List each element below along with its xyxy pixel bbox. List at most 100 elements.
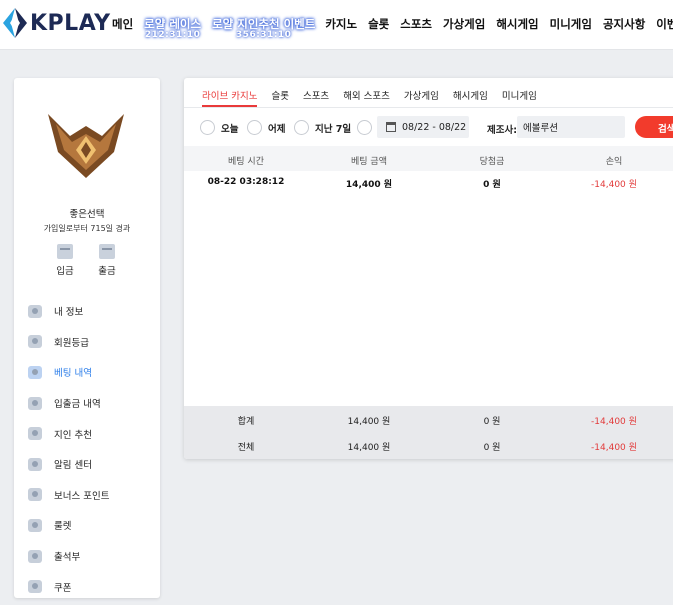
filter-today-label: 오늘 — [221, 123, 239, 135]
mypage-sidebar: 좋은선택 가입일로부터 715일 경과 입금 출금 내 정보 회원등급 베팅 내… — [14, 78, 160, 598]
nav-slot[interactable]: 슬롯 — [368, 0, 389, 50]
deposit-label: 입금 — [56, 266, 74, 277]
roulette-icon — [28, 518, 42, 532]
col-winnings: 당첨금 — [479, 157, 505, 167]
tab-sports[interactable]: 스포츠 — [303, 78, 329, 107]
withdraw-label: 출금 — [98, 266, 116, 277]
radio-circle — [200, 120, 215, 135]
sidebar-item-bonus-points[interactable]: 보너스 포인트 — [28, 480, 158, 511]
referral-event-timer: 356:31:10 — [235, 30, 292, 40]
nav-sports[interactable]: 스포츠 — [400, 0, 432, 50]
table-row: 08-22 03:28:12 14,400 원 0 원 -14,400 원 — [184, 171, 673, 193]
table-summary: 합계 14,400 원 0 원 -14,400 원 전체 14,400 원 0 … — [184, 406, 673, 459]
date-range-picker[interactable]: 08/22 - 08/22 — [377, 116, 469, 138]
grade-icon — [28, 335, 42, 349]
filter-yesterday-label: 어제 — [268, 123, 286, 135]
nav-royal-race[interactable]: 로얄 레이스 212:31:10 — [144, 0, 201, 50]
summary-winnings: 0 원 — [483, 417, 501, 427]
col-bet-time: 베팅 시간 — [228, 157, 264, 167]
summary-profit-loss: -14,400 원 — [591, 417, 637, 427]
radio-circle — [294, 120, 309, 135]
filter-today-radio[interactable]: 오늘 — [200, 120, 238, 135]
sidebar-item-label: 지인 추천 — [54, 429, 92, 441]
coupon-icon — [28, 580, 42, 594]
filter-last7-radio[interactable]: 지난 7일 — [294, 120, 351, 135]
tab-live-casino[interactable]: 라이브 카지노 — [202, 78, 258, 107]
sidebar-item-label: 쿠폰 — [54, 582, 72, 594]
deposit-icon — [57, 244, 73, 259]
betting-history-panel: 라이브 카지노 슬롯 스포츠 해외 스포츠 가상게임 해시게임 미니게임 오늘 … — [184, 78, 673, 459]
radio-circle — [357, 120, 372, 135]
sidebar-item-attendance[interactable]: 출석부 — [28, 541, 158, 572]
nav-hash-game[interactable]: 해시게임 — [496, 0, 538, 50]
date-range-text: 08/22 - 08/22 — [402, 121, 467, 133]
winnings-cell: 0 원 — [483, 180, 501, 190]
filter-custom-radio[interactable] — [357, 120, 378, 135]
tab-slot[interactable]: 슬롯 — [271, 78, 288, 107]
nav-casino[interactable]: 카지노 — [325, 0, 357, 50]
sidebar-item-label: 출석부 — [54, 552, 81, 564]
sidebar-item-label: 베팅 내역 — [54, 368, 92, 380]
profit-loss-cell: -14,400 원 — [591, 180, 637, 190]
maker-label: 제조사: — [487, 125, 518, 136]
sidebar-item-label: 내 정보 — [54, 307, 84, 319]
summary-row-total: 합계 14,400 원 0 원 -14,400 원 — [184, 406, 673, 432]
radio-circle — [247, 120, 262, 135]
nav-royal-referral-event[interactable]: 로얄 지인추천 이벤트 356:31:10 — [212, 0, 315, 50]
calendar-icon — [386, 122, 396, 132]
sidebar-item-label: 보너스 포인트 — [54, 490, 110, 502]
sidebar-item-referral[interactable]: 지인 추천 — [28, 418, 158, 449]
sidebar-item-label: 회원등급 — [54, 337, 89, 349]
deposit-button[interactable]: 입금 — [45, 244, 85, 277]
logo-text: KPLAY — [30, 10, 111, 36]
tab-virtual-game[interactable]: 가상게임 — [404, 78, 439, 107]
summary-winnings: 0 원 — [483, 443, 501, 453]
nav-main[interactable]: 메인 — [112, 0, 133, 50]
sidebar-item-my-info[interactable]: 내 정보 — [28, 296, 158, 327]
kplay-logo-mark-icon — [2, 7, 28, 39]
nav-notice[interactable]: 공지사항 — [603, 0, 645, 50]
kplay-logo[interactable]: KPLAY — [2, 7, 111, 39]
sidebar-item-roulette[interactable]: 룰렛 — [28, 510, 158, 541]
search-button[interactable]: 검색 — [635, 116, 673, 138]
filter-bar: 오늘 어제 지난 7일 08/22 - 08/22 제조사: 검색 — [184, 108, 673, 146]
sidebar-item-betting-history[interactable]: 베팅 내역 — [28, 357, 158, 388]
game-category-tabs: 라이브 카지노 슬롯 스포츠 해외 스포츠 가상게임 해시게임 미니게임 — [184, 78, 673, 107]
withdraw-icon — [99, 244, 115, 259]
tab-hash-game[interactable]: 해시게임 — [453, 78, 488, 107]
summary-row-all: 전체 14,400 원 0 원 -14,400 원 — [184, 432, 673, 458]
rank-emblem-icon — [44, 106, 128, 184]
notification-icon — [28, 457, 42, 471]
filter-yesterday-radio[interactable]: 어제 — [247, 120, 285, 135]
sidebar-item-coupon[interactable]: 쿠폰 — [28, 571, 158, 602]
col-profit-loss: 손익 — [605, 157, 623, 167]
sidebar-item-transactions[interactable]: 입출금 내역 — [28, 388, 158, 419]
maker-input[interactable] — [517, 116, 625, 138]
table-header: 베팅 시간 베팅 금액 당첨금 손익 — [184, 146, 673, 171]
nav-mini-game[interactable]: 미니게임 — [550, 0, 592, 50]
summary-amount: 14,400 원 — [347, 417, 391, 427]
sidebar-item-member-grade[interactable]: 회원등급 — [28, 327, 158, 358]
nav-virtual-game[interactable]: 가상게임 — [443, 0, 485, 50]
summary-profit-loss: -14,400 원 — [591, 443, 637, 453]
main-nav: 메인 로얄 레이스 212:31:10 로얄 지인추천 이벤트 356:31:10 … — [112, 0, 673, 50]
user-nickname: 좋은선택 — [69, 209, 105, 220]
sidebar-item-label: 입출금 내역 — [54, 399, 101, 411]
bonus-icon — [28, 488, 42, 502]
summary-amount: 14,400 원 — [347, 443, 391, 453]
royal-race-timer: 212:31:10 — [144, 30, 201, 40]
profile-icon — [28, 304, 42, 318]
summary-label: 합계 — [237, 417, 255, 427]
sidebar-item-notifications[interactable]: 알림 센터 — [28, 449, 158, 480]
bet-time-cell: 08-22 03:28:12 — [207, 177, 285, 187]
tab-overseas-sports[interactable]: 해외 스포츠 — [343, 78, 390, 107]
member-since-text: 가입일로부터 715일 경과 — [43, 224, 131, 233]
bet-amount-cell: 14,400 원 — [345, 180, 393, 190]
transaction-icon — [28, 396, 42, 410]
tab-mini-game[interactable]: 미니게임 — [502, 78, 537, 107]
withdraw-button[interactable]: 출금 — [87, 244, 127, 277]
nav-event[interactable]: 이벤트 — [656, 0, 673, 50]
top-navigation-bar: KPLAY 메인 로얄 레이스 212:31:10 로얄 지인추천 이벤트 356:… — [0, 0, 673, 50]
referral-icon — [28, 427, 42, 441]
betting-history-icon — [28, 365, 42, 379]
